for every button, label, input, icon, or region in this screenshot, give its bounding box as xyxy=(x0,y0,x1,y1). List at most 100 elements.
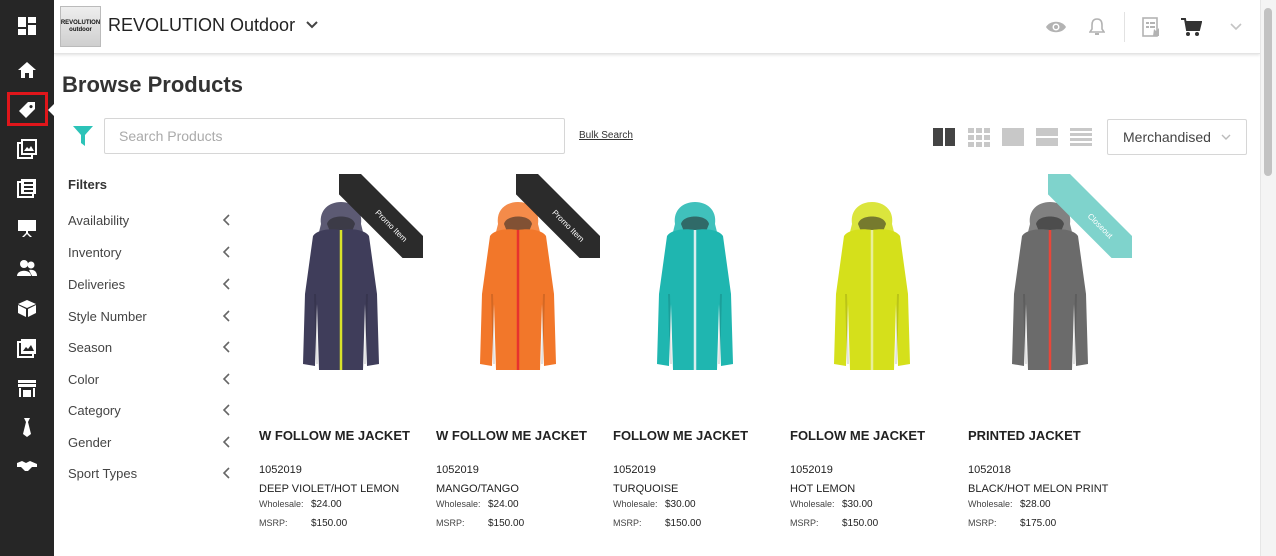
linesheet-icon[interactable] xyxy=(0,131,54,167)
chevron-left-icon xyxy=(222,214,230,226)
product-color: DEEP VIOLET/HOT LEMON xyxy=(259,483,400,495)
search-input[interactable] xyxy=(104,118,565,154)
chevron-left-icon xyxy=(222,436,230,448)
product-image[interactable]: Closeout xyxy=(968,174,1132,404)
view-compact-list-button[interactable] xyxy=(1070,127,1092,147)
gallery-icon[interactable] xyxy=(0,330,54,366)
product-color: MANGO/TANGO xyxy=(436,483,519,495)
filter-deliveries[interactable]: Deliveries xyxy=(68,274,232,294)
chevron-left-icon xyxy=(222,373,230,385)
active-pointer xyxy=(48,104,54,116)
chevron-down-icon[interactable] xyxy=(1224,15,1248,39)
sort-select[interactable]: Merchandised xyxy=(1107,119,1247,155)
filter-icon[interactable] xyxy=(72,124,94,148)
tag-icon[interactable] xyxy=(0,92,54,128)
product-style-number: 1052018 xyxy=(968,464,1011,476)
product-image[interactable]: Promo Item xyxy=(259,174,423,404)
chevron-down-icon xyxy=(1221,134,1231,140)
wholesale-label: Wholesale: xyxy=(613,499,658,509)
sort-select-value: Merchandised xyxy=(1123,129,1211,145)
wholesale-price: $28.00 xyxy=(1020,499,1051,510)
msrp-label: MSRP: xyxy=(259,518,288,528)
product-card[interactable]: Promo Item W FOLLOW ME JACKET 1052019 MANGO… xyxy=(436,174,600,544)
filter-inventory[interactable]: Inventory xyxy=(68,242,232,262)
msrp-label: MSRP: xyxy=(436,518,465,528)
wholesale-label: Wholesale: xyxy=(259,499,304,509)
filter-label: Inventory xyxy=(68,244,122,260)
msrp-price: $150.00 xyxy=(311,518,348,529)
product-name[interactable]: FOLLOW ME JACKET xyxy=(790,428,925,443)
logo-text-line1: REVOLUTION xyxy=(60,19,101,26)
filter-color[interactable]: Color xyxy=(68,369,232,389)
wholesale-label: Wholesale: xyxy=(436,499,481,509)
cart-icon[interactable] xyxy=(1179,15,1203,39)
view-list-button[interactable] xyxy=(1036,127,1058,147)
product-image[interactable] xyxy=(613,174,777,404)
dashboard-icon[interactable] xyxy=(0,8,54,44)
catalog-icon[interactable] xyxy=(0,170,54,206)
product-card[interactable]: Promo Item W FOLLOW ME JACKET 1052019 DEEP … xyxy=(259,174,423,544)
store-name[interactable]: REVOLUTION Outdoor xyxy=(108,15,295,36)
view-small-grid-button[interactable] xyxy=(968,127,990,147)
product-color: BLACK/HOT MELON PRINT xyxy=(968,483,1109,495)
ribbon-label: Promo Item xyxy=(339,174,423,258)
product-ribbon: Promo Item xyxy=(339,174,423,258)
product-name[interactable]: FOLLOW ME JACKET xyxy=(613,428,748,443)
store-logo[interactable]: REVOLUTION outdoor xyxy=(60,6,101,47)
product-card[interactable]: FOLLOW ME JACKET 1052019 TURQUOISE Wholesal… xyxy=(613,174,777,544)
filter-season[interactable]: Season xyxy=(68,337,232,357)
order-icon[interactable] xyxy=(1139,15,1163,39)
storefront-icon[interactable] xyxy=(0,370,54,406)
wholesale-label: Wholesale: xyxy=(968,499,1013,509)
handshake-icon[interactable] xyxy=(0,448,54,484)
box-icon[interactable] xyxy=(0,290,54,326)
home-icon[interactable] xyxy=(0,52,54,88)
filter-label: Style Number xyxy=(68,308,147,324)
wholesale-price: $24.00 xyxy=(311,499,342,510)
presentation-icon[interactable] xyxy=(0,210,54,246)
msrp-label: MSRP: xyxy=(613,518,642,528)
product-ribbon: Closeout xyxy=(1048,174,1132,258)
chevron-left-icon xyxy=(222,467,230,479)
product-style-number: 1052019 xyxy=(790,464,833,476)
chevron-left-icon xyxy=(222,278,230,290)
product-name[interactable]: W FOLLOW ME JACKET xyxy=(259,428,410,443)
filter-availability[interactable]: Availability xyxy=(68,210,232,230)
product-name[interactable]: W FOLLOW ME JACKET xyxy=(436,428,587,443)
page-scrollbar-thumb[interactable] xyxy=(1264,8,1272,176)
chevron-left-icon xyxy=(222,341,230,353)
filter-category[interactable]: Category xyxy=(68,400,232,420)
filter-label: Sport Types xyxy=(68,465,138,481)
product-name[interactable]: PRINTED JACKET xyxy=(968,428,1081,443)
filter-sport-types[interactable]: Sport Types xyxy=(68,463,232,483)
product-image[interactable]: Promo Item xyxy=(436,174,600,404)
tie-icon[interactable] xyxy=(0,409,54,445)
product-ribbon: Promo Item xyxy=(516,174,600,258)
msrp-price: $150.00 xyxy=(488,518,525,529)
msrp-price: $175.00 xyxy=(1020,518,1057,529)
filter-gender[interactable]: Gender xyxy=(68,432,232,452)
wholesale-price: $30.00 xyxy=(665,499,696,510)
eye-icon[interactable] xyxy=(1044,15,1068,39)
bell-icon[interactable] xyxy=(1085,15,1109,39)
logo-text-line2: outdoor xyxy=(69,26,92,33)
filter-label: Deliveries xyxy=(68,276,126,292)
product-image[interactable] xyxy=(790,174,954,404)
view-single-button[interactable] xyxy=(1002,127,1024,147)
msrp-price: $150.00 xyxy=(842,518,879,529)
product-card[interactable]: Closeout PRINTED JACKET 1052018 BLACK/HOT M… xyxy=(968,174,1132,544)
chevron-left-icon xyxy=(222,310,230,322)
bulk-search-link[interactable]: Bulk Search xyxy=(579,130,633,141)
customers-icon[interactable] xyxy=(0,250,54,286)
msrp-label: MSRP: xyxy=(968,518,997,528)
wholesale-price: $30.00 xyxy=(842,499,873,510)
ribbon-label: Closeout xyxy=(1048,174,1132,258)
product-card[interactable]: FOLLOW ME JACKET 1052019 HOT LEMON Wholesal… xyxy=(790,174,954,544)
filter-style-number[interactable]: Style Number xyxy=(68,306,232,326)
product-style-number: 1052019 xyxy=(259,464,302,476)
chevron-down-icon[interactable] xyxy=(305,18,319,32)
filter-label: Season xyxy=(68,339,113,355)
msrp-price: $150.00 xyxy=(665,518,702,529)
view-large-grid-button[interactable] xyxy=(933,127,955,147)
product-color: TURQUOISE xyxy=(613,483,679,495)
